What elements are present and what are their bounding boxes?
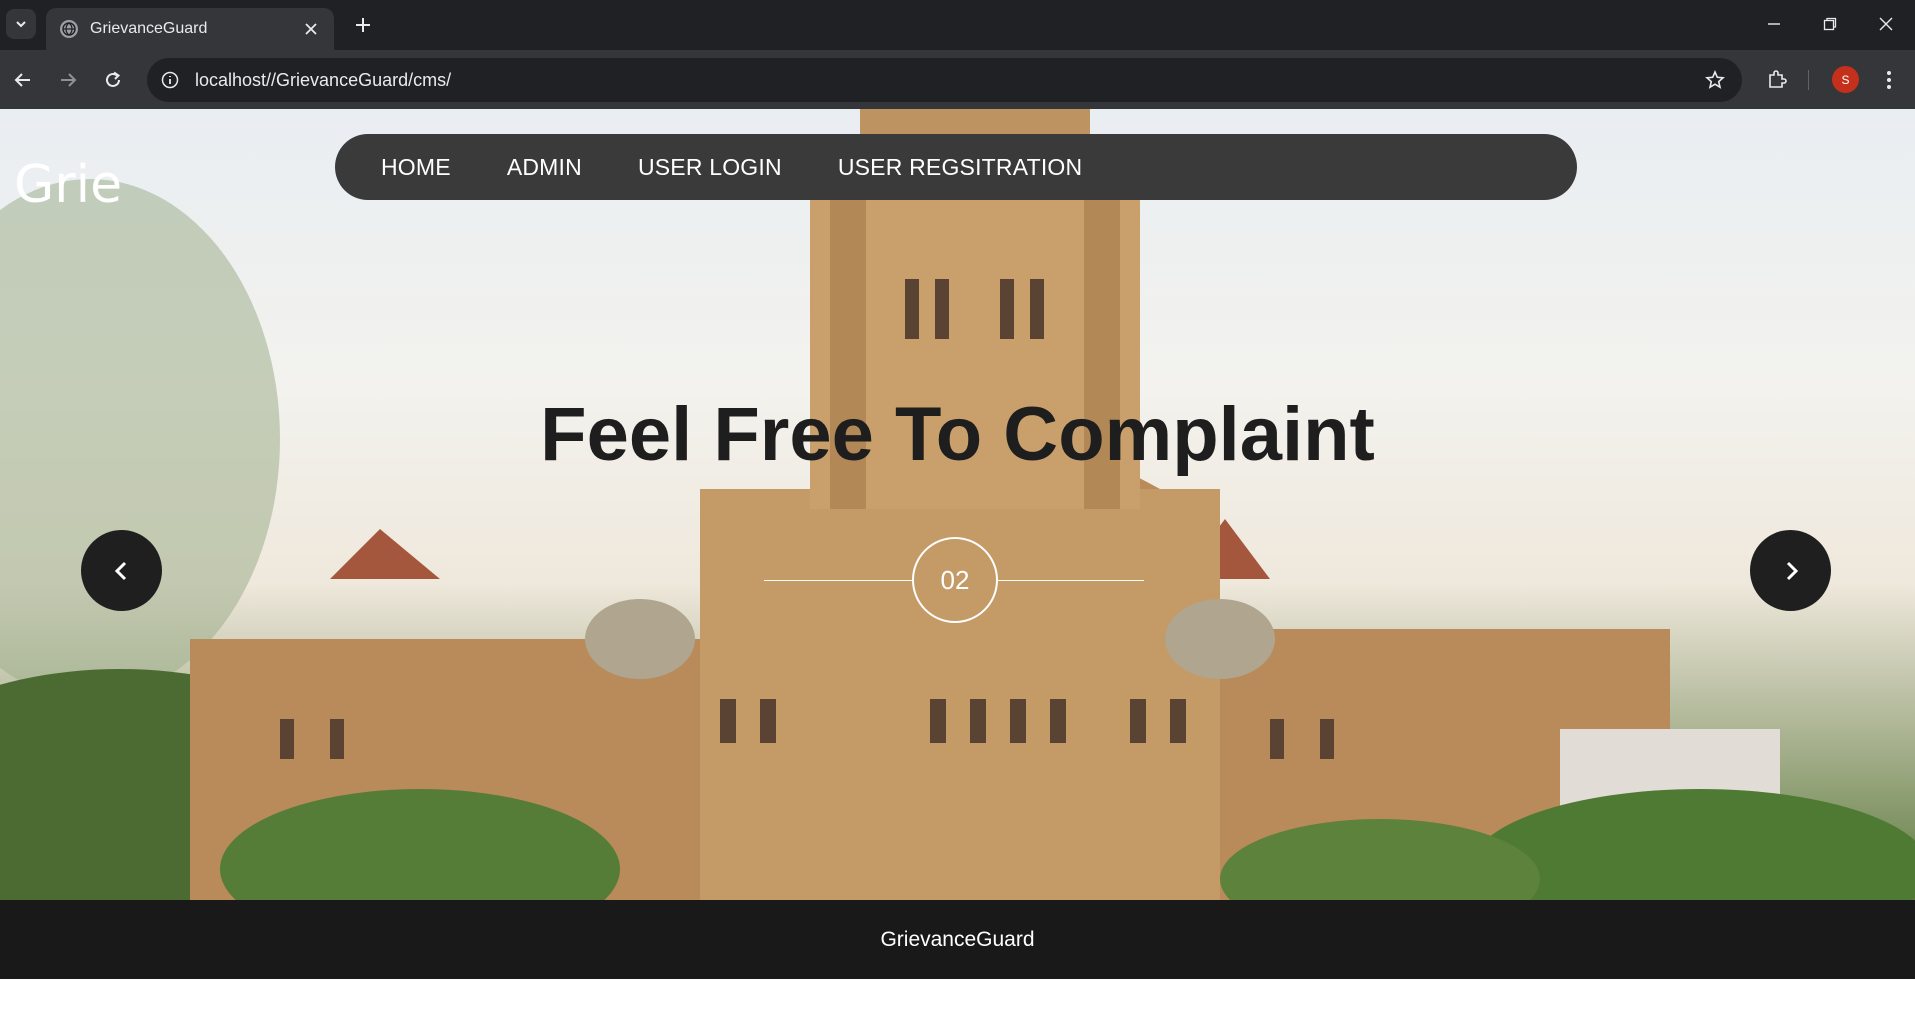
kebab-menu-icon [1887, 71, 1891, 89]
slide-counter: 02 [912, 537, 998, 623]
main-navbar: HOME ADMIN USER LOGIN USER REGSITRATION [335, 134, 1577, 200]
site-brand-logo[interactable]: Grie [14, 155, 122, 215]
page-viewport: Grie HOME ADMIN USER LOGIN USER REGSITRA… [0, 109, 1915, 1012]
info-icon[interactable] [157, 67, 183, 93]
close-icon [305, 23, 317, 35]
nav-admin[interactable]: ADMIN [507, 154, 582, 181]
tab-title: GrievanceGuard [90, 20, 208, 37]
chevron-left-icon [114, 561, 126, 580]
chevron-right-icon [1786, 561, 1798, 580]
globe-icon [60, 20, 78, 38]
arrow-right-icon [61, 73, 77, 87]
extensions-button[interactable] [1760, 63, 1794, 97]
slider-next-button[interactable] [1750, 530, 1831, 611]
new-tab-button[interactable] [348, 10, 378, 40]
menu-button[interactable] [1872, 63, 1906, 97]
profile-avatar[interactable]: S [1832, 66, 1859, 93]
address-bar[interactable]: localhost//GrievanceGuard/cms/ [147, 58, 1742, 102]
close-window-button[interactable] [1858, 4, 1914, 44]
url-text[interactable]: localhost//GrievanceGuard/cms/ [195, 70, 1700, 91]
toolbar-separator [1808, 70, 1809, 90]
browser-tab[interactable]: GrievanceGuard [46, 8, 334, 50]
counter-line-right [998, 580, 1144, 581]
hero-headline: Feel Free To Complaint [540, 392, 1375, 477]
restore-button[interactable] [1802, 4, 1858, 44]
site-footer: GrievanceGuard [0, 900, 1915, 979]
chevron-down-icon [16, 21, 26, 28]
nav-user-registration[interactable]: USER REGSITRATION [838, 154, 1083, 181]
reload-icon [106, 71, 121, 87]
tab-close-button[interactable] [300, 18, 322, 40]
tab-search-button[interactable] [6, 9, 36, 39]
reload-button[interactable] [96, 63, 130, 97]
minimize-button[interactable] [1746, 4, 1802, 44]
close-icon [1879, 17, 1893, 31]
nav-home[interactable]: HOME [381, 154, 451, 181]
arrow-left-icon [14, 73, 30, 87]
footer-brand: GrievanceGuard [880, 927, 1035, 951]
browser-toolbar: localhost//GrievanceGuard/cms/ S [0, 50, 1915, 109]
browser-tab-strip: GrievanceGuard [0, 0, 1915, 50]
slider-prev-button[interactable] [81, 530, 162, 611]
forward-button[interactable] [51, 63, 85, 97]
back-button[interactable] [6, 63, 40, 97]
hero-slider: Grie HOME ADMIN USER LOGIN USER REGSITRA… [0, 109, 1915, 900]
nav-user-login[interactable]: USER LOGIN [638, 154, 782, 181]
counter-line-left [764, 580, 912, 581]
bookmark-star-icon[interactable] [1700, 65, 1730, 95]
puzzle-icon [1769, 70, 1787, 88]
restore-icon [1823, 17, 1837, 31]
plus-icon [356, 18, 370, 32]
minimize-icon [1768, 23, 1780, 25]
hero-background-image [0, 109, 1915, 900]
